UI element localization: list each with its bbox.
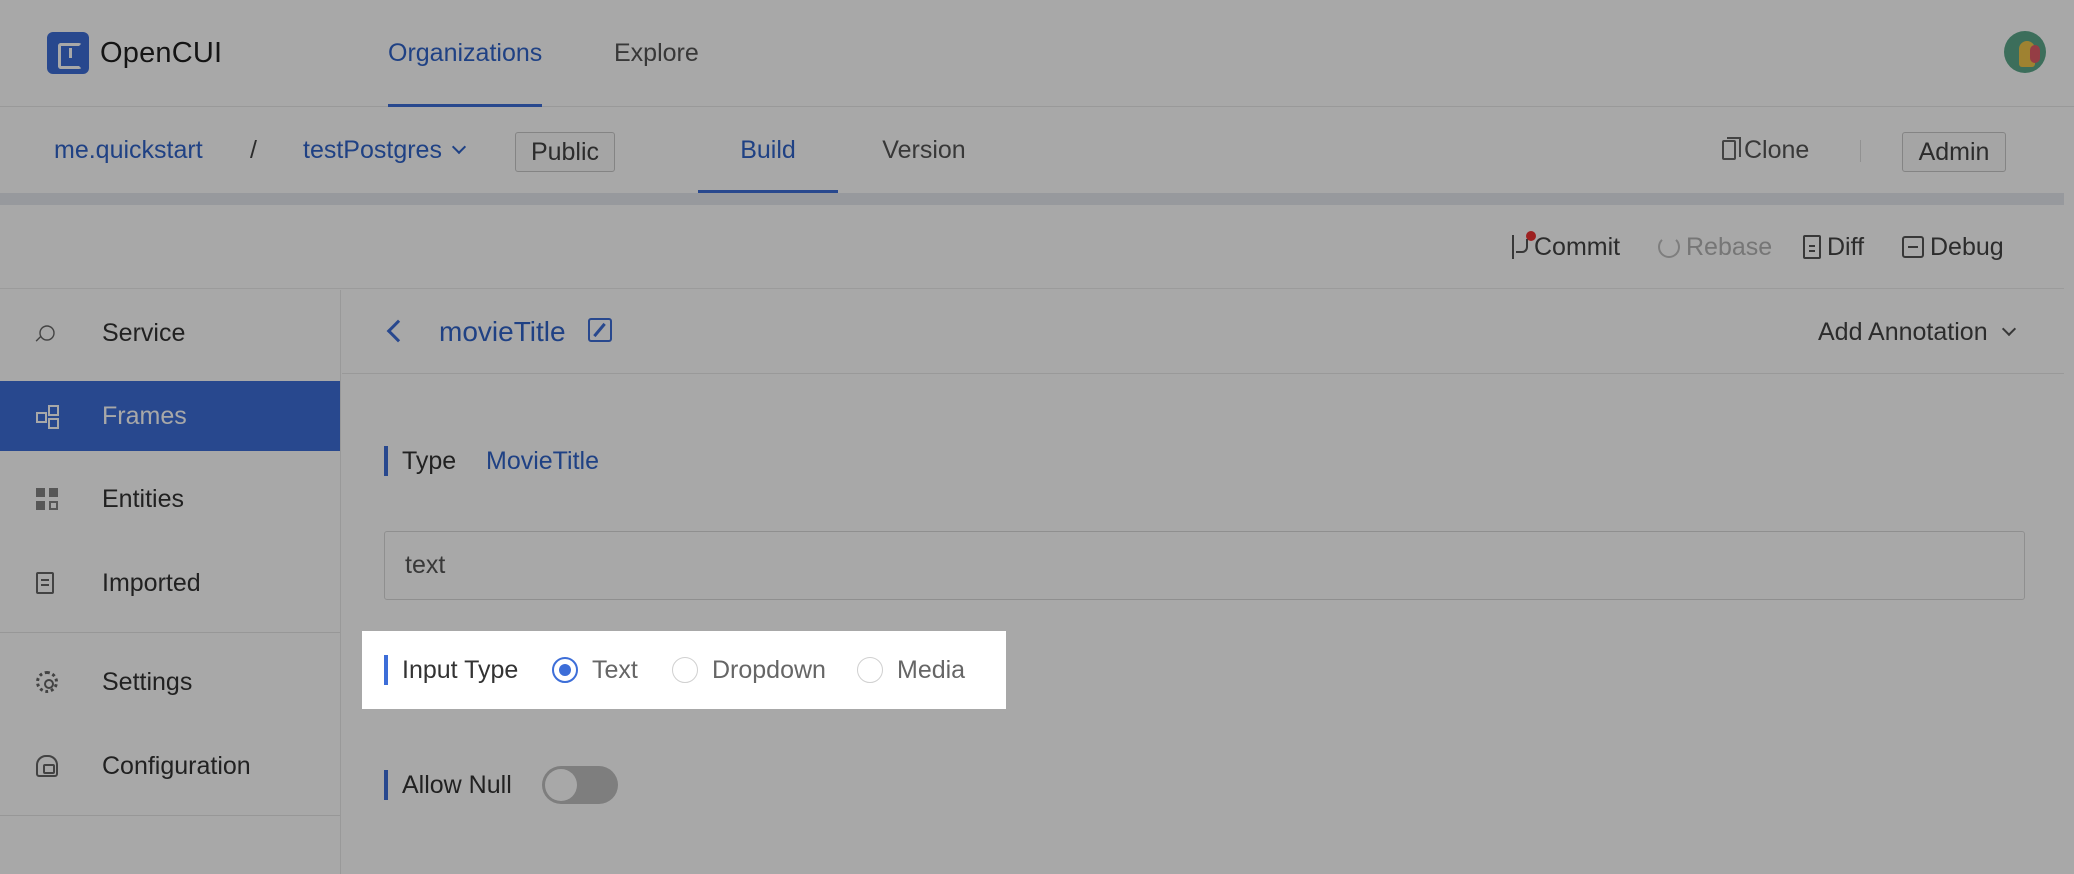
refresh-icon: [1658, 236, 1680, 258]
admin-button[interactable]: Admin: [1902, 132, 2006, 172]
frame-editor: movieTitle Add Annotation Type MovieTitl…: [342, 290, 2064, 874]
frame-header: movieTitle Add Annotation: [342, 290, 2064, 374]
project-name: testPostgres: [303, 135, 442, 164]
user-avatar[interactable]: [2004, 31, 2046, 73]
debug-button[interactable]: Debug: [1902, 205, 2004, 289]
project-bar: me.quickstart / testPostgres Public Buil…: [0, 107, 2074, 193]
project-selector[interactable]: testPostgres: [303, 107, 467, 193]
plug-icon: [39, 325, 55, 341]
allow-null-toggle[interactable]: [542, 766, 618, 804]
radio-label: Dropdown: [712, 655, 826, 684]
clone-button[interactable]: Clone: [1722, 107, 1809, 193]
action-toolbar: Commit Rebase Diff Debug: [0, 205, 2064, 289]
type-value-link[interactable]: MovieTitle: [486, 446, 599, 476]
tab-version[interactable]: Version: [854, 107, 994, 193]
divider: [1860, 140, 1861, 162]
diff-icon: [1803, 235, 1821, 259]
input-type-group: Input Type Text Dropdown Media: [362, 631, 1006, 709]
section-divider-strip: [0, 193, 2064, 205]
grid-icon: [36, 488, 58, 510]
frame-title: movieTitle: [439, 316, 566, 347]
top-navbar: OpenCUI Organizations Explore: [0, 0, 2074, 107]
app-name: OpenCUI: [100, 36, 223, 69]
add-annotation-label: Add Annotation: [1818, 317, 1988, 346]
nav-organizations[interactable]: Organizations: [388, 0, 543, 107]
sidebar-item-frames[interactable]: Frames: [0, 381, 340, 451]
sidebar: Service Frames Entities Imported Setting…: [0, 290, 341, 874]
app-logo[interactable]: OpenCUI: [47, 32, 222, 74]
back-chevron-icon[interactable]: [386, 319, 410, 343]
debug-label: Debug: [1930, 232, 2004, 261]
radio-unchecked-icon: [672, 657, 698, 683]
sidebar-divider: [0, 632, 340, 633]
commit-label: Commit: [1534, 232, 1621, 261]
add-annotation-dropdown[interactable]: Add Annotation: [1818, 290, 2016, 374]
radio-label: Media: [897, 655, 966, 684]
sidebar-item-imported[interactable]: Imported: [0, 548, 340, 618]
config-icon: [36, 755, 58, 777]
sidebar-item-settings[interactable]: Settings: [0, 647, 340, 717]
sidebar-item-label: Imported: [102, 568, 201, 597]
chevron-down-icon: [2001, 321, 2016, 337]
radio-checked-icon: [552, 657, 578, 683]
sidebar-item-label: Frames: [102, 401, 187, 430]
sidebar-item-label: Entities: [102, 484, 184, 513]
radio-label: Text: [592, 655, 638, 684]
copy-icon: [1722, 137, 1741, 160]
radio-media[interactable]: Media: [857, 655, 965, 685]
text-field[interactable]: [384, 531, 2025, 600]
input-type-label: Input Type: [384, 655, 518, 685]
commit-button[interactable]: Commit: [1512, 205, 1620, 289]
tab-build[interactable]: Build: [698, 107, 838, 193]
sidebar-item-label: Settings: [102, 667, 193, 696]
nav-explore[interactable]: Explore: [614, 0, 699, 107]
rebase-label: Rebase: [1686, 232, 1773, 261]
sidebar-item-configuration[interactable]: Configuration: [0, 731, 340, 801]
sidebar-item-label: Configuration: [102, 751, 251, 780]
sidebar-item-service[interactable]: Service: [0, 298, 340, 368]
rebase-button[interactable]: Rebase: [1658, 205, 1772, 289]
sidebar-item-label: Service: [102, 318, 186, 347]
debug-icon: [1902, 236, 1924, 258]
frames-icon: [36, 405, 59, 427]
opencui-logo-icon: [47, 32, 89, 74]
radio-unchecked-icon: [857, 657, 883, 683]
allow-null-label: Allow Null: [384, 770, 512, 800]
sidebar-divider: [0, 815, 340, 816]
radio-text[interactable]: Text: [552, 655, 638, 685]
gear-icon: [36, 671, 58, 693]
notification-dot: [1526, 231, 1536, 241]
edit-icon[interactable]: [588, 318, 612, 342]
visibility-badge[interactable]: Public: [515, 132, 615, 172]
clone-label: Clone: [1744, 135, 1810, 164]
sidebar-item-entities[interactable]: Entities: [0, 464, 340, 534]
import-icon: [36, 572, 54, 594]
radio-dropdown[interactable]: Dropdown: [672, 655, 826, 685]
breadcrumb-separator: /: [250, 135, 257, 164]
org-breadcrumb-link[interactable]: me.quickstart: [54, 107, 203, 193]
chevron-down-icon: [451, 139, 467, 155]
type-label: Type: [384, 446, 456, 476]
diff-label: Diff: [1827, 232, 1865, 261]
branch-icon: [1512, 231, 1536, 259]
diff-button[interactable]: Diff: [1803, 205, 1864, 289]
